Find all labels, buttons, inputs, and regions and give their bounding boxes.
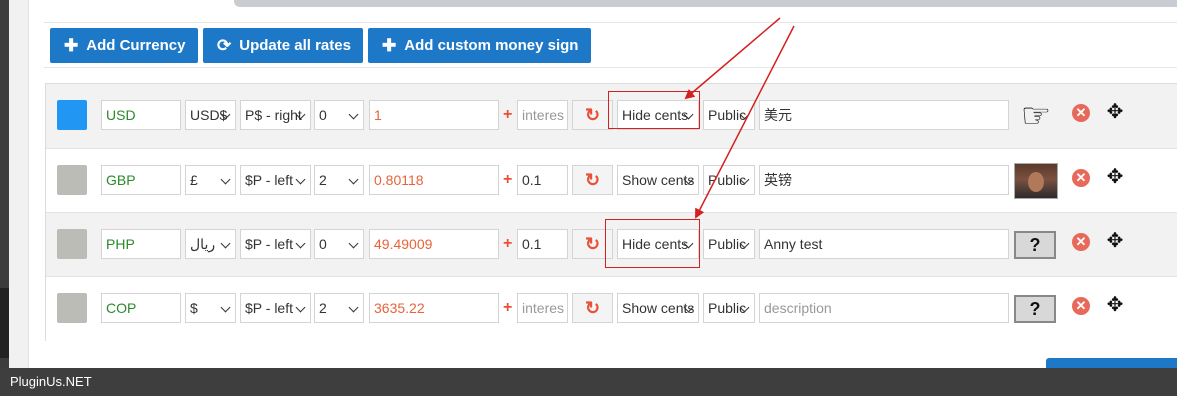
currency-code-input[interactable]: PHP <box>101 229 181 259</box>
interest-input[interactable]: 0.1 <box>517 229 568 259</box>
footer-brand: PluginUs.NET <box>10 374 92 389</box>
delete-icon[interactable]: ✕ <box>1072 233 1090 251</box>
question-flag-icon[interactable]: ? <box>1014 295 1056 323</box>
refresh-rate-button[interactable]: ↻ <box>572 100 613 130</box>
left-sidebar-strip <box>0 0 9 396</box>
toolbar-divider <box>44 67 1177 68</box>
sign-position-select[interactable]: P$ - right <box>240 100 311 130</box>
refresh-icon: ⟳ <box>217 36 232 55</box>
annotation-box-php-cents <box>605 219 700 268</box>
delete-icon[interactable]: ✕ <box>1072 297 1090 315</box>
question-flag-icon[interactable]: ? <box>1014 231 1056 259</box>
decimals-select[interactable]: 2 <box>314 293 364 323</box>
plus-sign: + <box>503 235 513 252</box>
visibility-select[interactable]: Public <box>703 229 755 259</box>
color-swatch[interactable] <box>57 293 87 323</box>
top-divider <box>44 22 1177 23</box>
update-rates-label: Update all rates <box>239 37 351 54</box>
visibility-select[interactable]: Public <box>703 293 755 323</box>
rate-input[interactable]: 49.49009 <box>369 229 499 259</box>
footer-bar: PluginUs.NET <box>0 368 1177 396</box>
description-input[interactable]: description <box>759 293 1009 323</box>
decimals-select[interactable]: 2 <box>314 165 364 195</box>
add-sign-label: Add custom money sign <box>404 37 579 54</box>
rate-input[interactable]: 0.80118 <box>369 165 499 195</box>
visibility-select[interactable]: Public <box>703 100 755 130</box>
photo-flag-icon[interactable] <box>1014 163 1058 199</box>
rate-input[interactable]: 1 <box>369 100 499 130</box>
decimals-select[interactable]: 0 <box>314 100 364 130</box>
visibility-select[interactable]: Public <box>703 165 755 195</box>
currency-code-input[interactable]: USD <box>101 100 181 130</box>
color-swatch[interactable] <box>57 100 87 130</box>
refresh-rate-button[interactable]: ↻ <box>572 165 613 195</box>
plus-sign: + <box>503 299 513 316</box>
sign-position-select[interactable]: $P - left <box>240 293 311 323</box>
currency-row-cop: COP $ $P - left 2 3635.22 + interes ↻ Sh… <box>46 276 1177 341</box>
money-sign-select[interactable]: £ <box>185 165 236 195</box>
add-currency-button[interactable]: ✚ Add Currency <box>50 28 198 63</box>
color-swatch[interactable] <box>57 229 87 259</box>
update-all-rates-button[interactable]: ⟳ Update all rates <box>203 28 363 63</box>
move-icon[interactable]: ✥ <box>1104 166 1126 188</box>
plus-icon: ✚ <box>64 36 79 55</box>
hand-pointer-icon[interactable]: ☞ <box>1014 97 1058 135</box>
plus-sign: + <box>503 171 513 188</box>
refresh-rate-button[interactable]: ↻ <box>572 293 613 323</box>
interest-input[interactable]: interes <box>517 100 568 130</box>
cents-select[interactable]: Show cents <box>617 165 699 195</box>
currency-code-input[interactable]: GBP <box>101 165 181 195</box>
plus-sign: + <box>503 106 513 123</box>
move-icon[interactable]: ✥ <box>1104 101 1126 123</box>
add-custom-money-sign-button[interactable]: ✚ Add custom money sign <box>368 28 591 63</box>
rate-input[interactable]: 3635.22 <box>369 293 499 323</box>
description-input[interactable]: 英镑 <box>759 165 1009 195</box>
money-sign-select[interactable]: $ <box>185 293 236 323</box>
toolbar: ✚ Add Currency ⟳ Update all rates ✚ Add … <box>50 28 596 63</box>
move-icon[interactable]: ✥ <box>1104 294 1126 316</box>
plus-icon: ✚ <box>382 36 397 55</box>
color-swatch[interactable] <box>57 165 87 195</box>
description-input[interactable]: Anny test <box>759 229 1009 259</box>
decimals-select[interactable]: 0 <box>314 229 364 259</box>
sign-position-select[interactable]: $P - left <box>240 229 311 259</box>
delete-icon[interactable]: ✕ <box>1072 169 1090 187</box>
delete-icon[interactable]: ✕ <box>1072 104 1090 122</box>
top-tab-strip <box>234 0 1177 7</box>
currency-code-input[interactable]: COP <box>101 293 181 323</box>
money-sign-select[interactable]: USD$ <box>185 100 236 130</box>
interest-input[interactable]: 0.1 <box>517 165 568 195</box>
money-sign-select[interactable]: ريال <box>185 229 236 259</box>
cents-select[interactable]: Show cents <box>617 293 699 323</box>
move-icon[interactable]: ✥ <box>1104 230 1126 252</box>
description-input[interactable]: 美元 <box>759 100 1009 130</box>
interest-input[interactable]: interes <box>517 293 568 323</box>
sign-position-select[interactable]: $P - left <box>240 165 311 195</box>
currency-row-gbp: GBP £ $P - left 2 0.80118 + 0.1 ↻ Show c… <box>46 148 1177 212</box>
annotation-box-usd-cents <box>608 91 700 129</box>
add-currency-label: Add Currency <box>86 37 186 54</box>
